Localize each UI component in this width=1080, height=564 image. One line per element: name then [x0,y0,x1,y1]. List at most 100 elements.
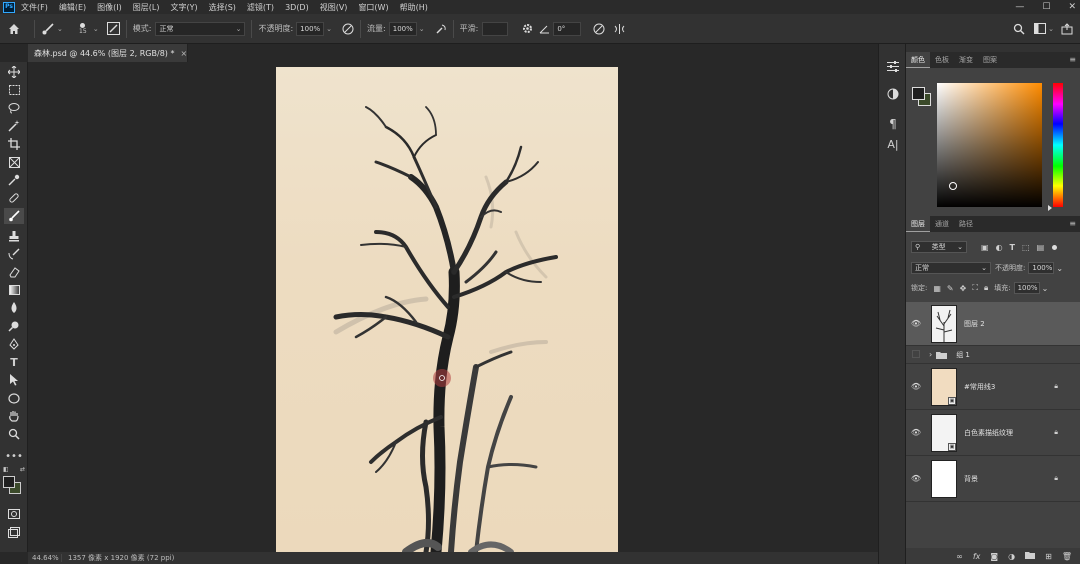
filter-shape-icon[interactable]: ⬚ [1022,243,1030,252]
foreground-color-swatch[interactable] [3,476,15,488]
menu-edit[interactable]: 编辑(E) [59,2,86,13]
menu-view[interactable]: 视图(V) [320,2,348,13]
layer-name[interactable]: 白色素描纸纹理 [964,428,1013,438]
eyedropper-tool-icon[interactable] [4,172,24,188]
opacity-input[interactable]: 100% [296,21,325,36]
brush-size-picker[interactable]: 15 [75,22,91,35]
marquee-tool-icon[interactable] [4,82,24,98]
chevron-down-icon[interactable]: ⌄ [1042,284,1049,293]
history-brush-tool-icon[interactable] [4,246,24,262]
close-tab-button[interactable]: × [180,49,187,58]
smoothing-input[interactable] [482,21,509,36]
visibility-toggle-empty[interactable] [906,349,926,360]
chevron-down-icon[interactable]: ⌄ [419,25,425,33]
chevron-down-icon[interactable]: ⌄ [57,25,63,33]
new-layer-icon[interactable]: ⊞ [1045,552,1052,561]
menu-window[interactable]: 窗口(W) [358,2,388,13]
symmetry-icon[interactable] [613,23,626,35]
canvas-area[interactable] [28,62,878,552]
tab-gradients[interactable]: 渐变 [954,52,978,68]
document-canvas[interactable] [276,67,618,552]
blend-mode-select[interactable]: 正常 ⌄ [155,21,246,36]
ellipse-tool-icon[interactable] [4,390,24,406]
lock-position-icon[interactable]: ✥ [960,284,967,293]
menu-help[interactable]: 帮助(H) [400,2,428,13]
filter-toggle[interactable] [1052,244,1058,250]
swap-colors-icon[interactable]: ⇄ [20,466,25,474]
magic-wand-tool-icon[interactable] [4,118,24,134]
properties-panel-icon[interactable] [884,58,902,74]
zoom-tool-icon[interactable] [4,426,24,442]
pen-tool-icon[interactable] [4,336,24,352]
eye-icon[interactable]: 👁︎ [906,319,926,328]
angle-input[interactable]: 0° [553,21,582,36]
chevron-down-icon[interactable]: ⌄ [1048,25,1054,33]
frame-tool-icon[interactable] [4,154,24,170]
tab-color[interactable]: 颜色 [906,52,930,68]
layer-blend-mode-select[interactable]: 正常 ⌄ [911,262,991,274]
crop-tool-icon[interactable] [4,136,24,152]
search-icon[interactable] [1013,23,1025,35]
filter-adjustment-icon[interactable]: ◐ [996,243,1003,252]
eraser-tool-icon[interactable] [4,264,24,280]
layer-name[interactable]: 组 1 [956,350,970,360]
saturation-value-field[interactable] [937,83,1042,207]
layer-filter-select[interactable]: ⚲ 类型 ⌄ [911,241,967,253]
link-layers-icon[interactable]: ∞ [956,552,963,561]
panel-menu-icon[interactable]: ≡ [1069,55,1076,64]
color-foreground-swatch[interactable] [912,87,925,100]
adjustments-panel-icon[interactable] [884,86,902,102]
filter-smart-object-icon[interactable]: ▤ [1037,243,1045,252]
layer-row[interactable]: 👁︎ 背景 🔒︎ [906,456,1080,502]
filter-type-icon[interactable]: T [1010,243,1015,252]
move-tool-icon[interactable] [4,64,24,80]
layer-row[interactable]: 👁︎ ▣ 白色素描纸纹理 🔒︎ [906,410,1080,456]
tab-layers[interactable]: 图层 [906,216,930,232]
lock-artboard-icon[interactable]: ⛶ [972,283,978,293]
paragraph-panel-icon[interactable]: ¶ [884,116,902,132]
home-icon[interactable] [0,23,28,35]
healing-brush-tool-icon[interactable] [4,190,24,206]
screen-mode-icon[interactable] [4,524,24,540]
menu-filter[interactable]: 滤镜(T) [247,2,274,13]
more-tools-icon[interactable]: ••• [4,448,24,464]
blur-tool-icon[interactable] [4,300,24,316]
quick-mask-icon[interactable] [4,506,24,522]
menu-image[interactable]: 图像(I) [97,2,122,13]
brush-settings-panel-icon[interactable] [106,22,120,35]
menu-type[interactable]: 文字(Y) [170,2,197,13]
menu-layer[interactable]: 图层(L) [133,2,160,13]
panel-menu-icon[interactable]: ≡ [1069,219,1076,228]
hue-slider[interactable] [1053,83,1063,207]
share-icon[interactable] [1061,22,1073,35]
zoom-level[interactable]: 44.64% [28,554,62,562]
menu-select[interactable]: 选择(S) [209,2,236,13]
eye-icon[interactable]: 👁︎ [906,474,926,483]
layer-name[interactable]: 背景 [964,474,978,484]
menu-3d[interactable]: 3D(D) [285,3,309,12]
chevron-right-icon[interactable]: › [929,350,932,359]
menu-file[interactable]: 文件(F) [21,2,48,13]
hue-slider-handle[interactable] [1048,205,1052,211]
layer-row[interactable]: › 组 1 [906,346,1080,364]
layer-name[interactable]: #常用线3 [964,382,995,392]
character-panel-icon[interactable]: A| [884,136,902,152]
pressure-opacity-icon[interactable] [342,23,354,35]
workspace-icon[interactable] [1034,23,1046,34]
default-colors-icon[interactable]: ◧ [3,466,9,474]
close-button[interactable]: ✕ [1068,2,1076,12]
layer-opacity-input[interactable]: 100% [1028,262,1055,274]
delete-layer-icon[interactable]: 🗑︎ [1062,552,1072,561]
brush-tool-preset-icon[interactable] [41,22,55,35]
document-tab[interactable]: 森林.psd @ 44.6% (图层 2, RGB/8) * × [28,44,188,62]
path-selection-tool-icon[interactable] [4,372,24,388]
color-picker-cursor[interactable] [949,182,957,190]
tab-swatches[interactable]: 色板 [930,52,954,68]
hand-tool-icon[interactable] [4,408,24,424]
document-info[interactable]: 1357 像素 x 1920 像素 (72 ppi) [62,553,174,563]
lock-transparent-icon[interactable]: ▦ [933,284,941,293]
clone-stamp-tool-icon[interactable] [4,228,24,244]
layer-fill-input[interactable]: 100% [1013,282,1040,294]
eye-icon[interactable]: 👁︎ [906,428,926,437]
flow-input[interactable]: 100% [388,21,417,36]
